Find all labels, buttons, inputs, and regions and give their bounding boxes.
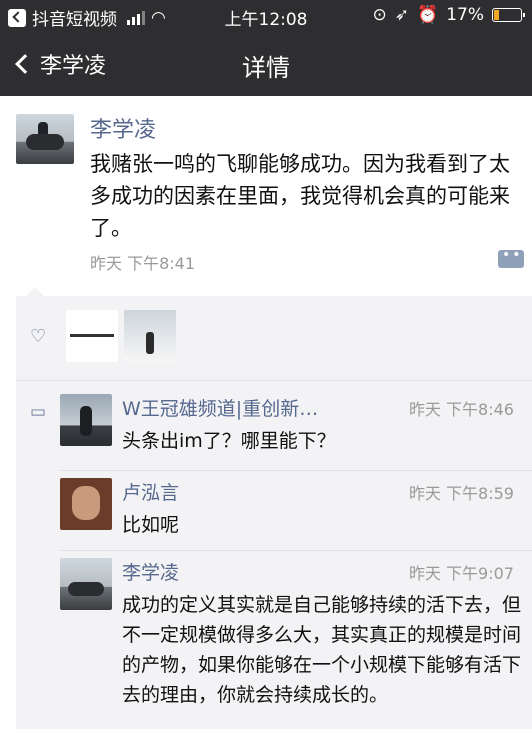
comment-timestamp: 昨天 下午9:07 <box>408 564 514 583</box>
location-icon: ➶ <box>394 5 410 25</box>
divider <box>16 380 532 381</box>
liker-avatar[interactable] <box>124 310 176 362</box>
comment-divider <box>60 470 532 471</box>
avatar[interactable] <box>16 114 74 164</box>
top-bar: 抖音短视频 ◠ 上午12:08 ⊙ ➶ ⏰ 17% 李学凌 详情 <box>0 0 532 96</box>
nav-bar: 李学凌 详情 <box>0 34 532 96</box>
more-options-button[interactable] <box>498 247 524 268</box>
comment-item[interactable]: 李学凌 昨天 下午9:07 成功的定义其实就是自己能够持续的活下去，但不一定规模… <box>60 558 532 728</box>
comment-author[interactable]: 李学凌 <box>122 558 179 585</box>
comment-timestamp: 昨天 下午8:46 <box>408 400 514 419</box>
panel-caret <box>26 287 44 296</box>
comment-item[interactable]: 卢泓言 昨天 下午8:59 比如呢 <box>60 478 532 538</box>
comment-item[interactable]: W王冠雄频道|重创新… 昨天 下午8:46 头条出im了？哪里能下？ <box>60 394 532 454</box>
comment-author[interactable]: 卢泓言 <box>122 478 179 505</box>
comment-author[interactable]: W王冠雄频道|重创新… <box>122 394 318 421</box>
comment-text: 比如呢 <box>122 514 180 536</box>
interaction-panel: ♡ ▭ W王冠雄频道|重创新… 昨天 下午8:46 头条出im了？哪里能下？ 卢… <box>16 296 532 729</box>
alarm-icon: ⏰ <box>417 5 439 25</box>
page-title: 详情 <box>242 54 290 82</box>
avatar[interactable] <box>60 394 112 446</box>
status-right: ⊙ ➶ ⏰ 17% <box>372 5 525 25</box>
comment-text: 成功的定义其实就是自己能够持续的活下去，但不一定规模做得多么大，其实真正的规模是… <box>122 594 522 706</box>
comment-text: 头条出im了？哪里能下？ <box>122 430 336 452</box>
avatar[interactable] <box>60 558 112 610</box>
comment-timestamp: 昨天 下午8:59 <box>408 484 514 503</box>
post-author[interactable]: 李学凌 <box>90 112 156 144</box>
liker-avatar[interactable] <box>66 310 118 362</box>
battery-icon <box>492 8 525 22</box>
comment-divider <box>60 550 532 551</box>
post-timestamp: 昨天 下午8:41 <box>90 254 196 273</box>
comment-icon: ▭ <box>30 402 47 422</box>
status-bar: 抖音短视频 ◠ 上午12:08 ⊙ ➶ ⏰ 17% <box>0 0 532 34</box>
battery-percent: 17% <box>446 5 484 25</box>
avatar[interactable] <box>60 478 112 530</box>
lock-rotation-icon: ⊙ <box>372 5 387 25</box>
post-text: 我赌张一鸣的飞聊能够成功。因为我看到了太多成功的因素在里面，我觉得机会真的可能来… <box>90 152 510 240</box>
heart-icon: ♡ <box>30 326 47 347</box>
